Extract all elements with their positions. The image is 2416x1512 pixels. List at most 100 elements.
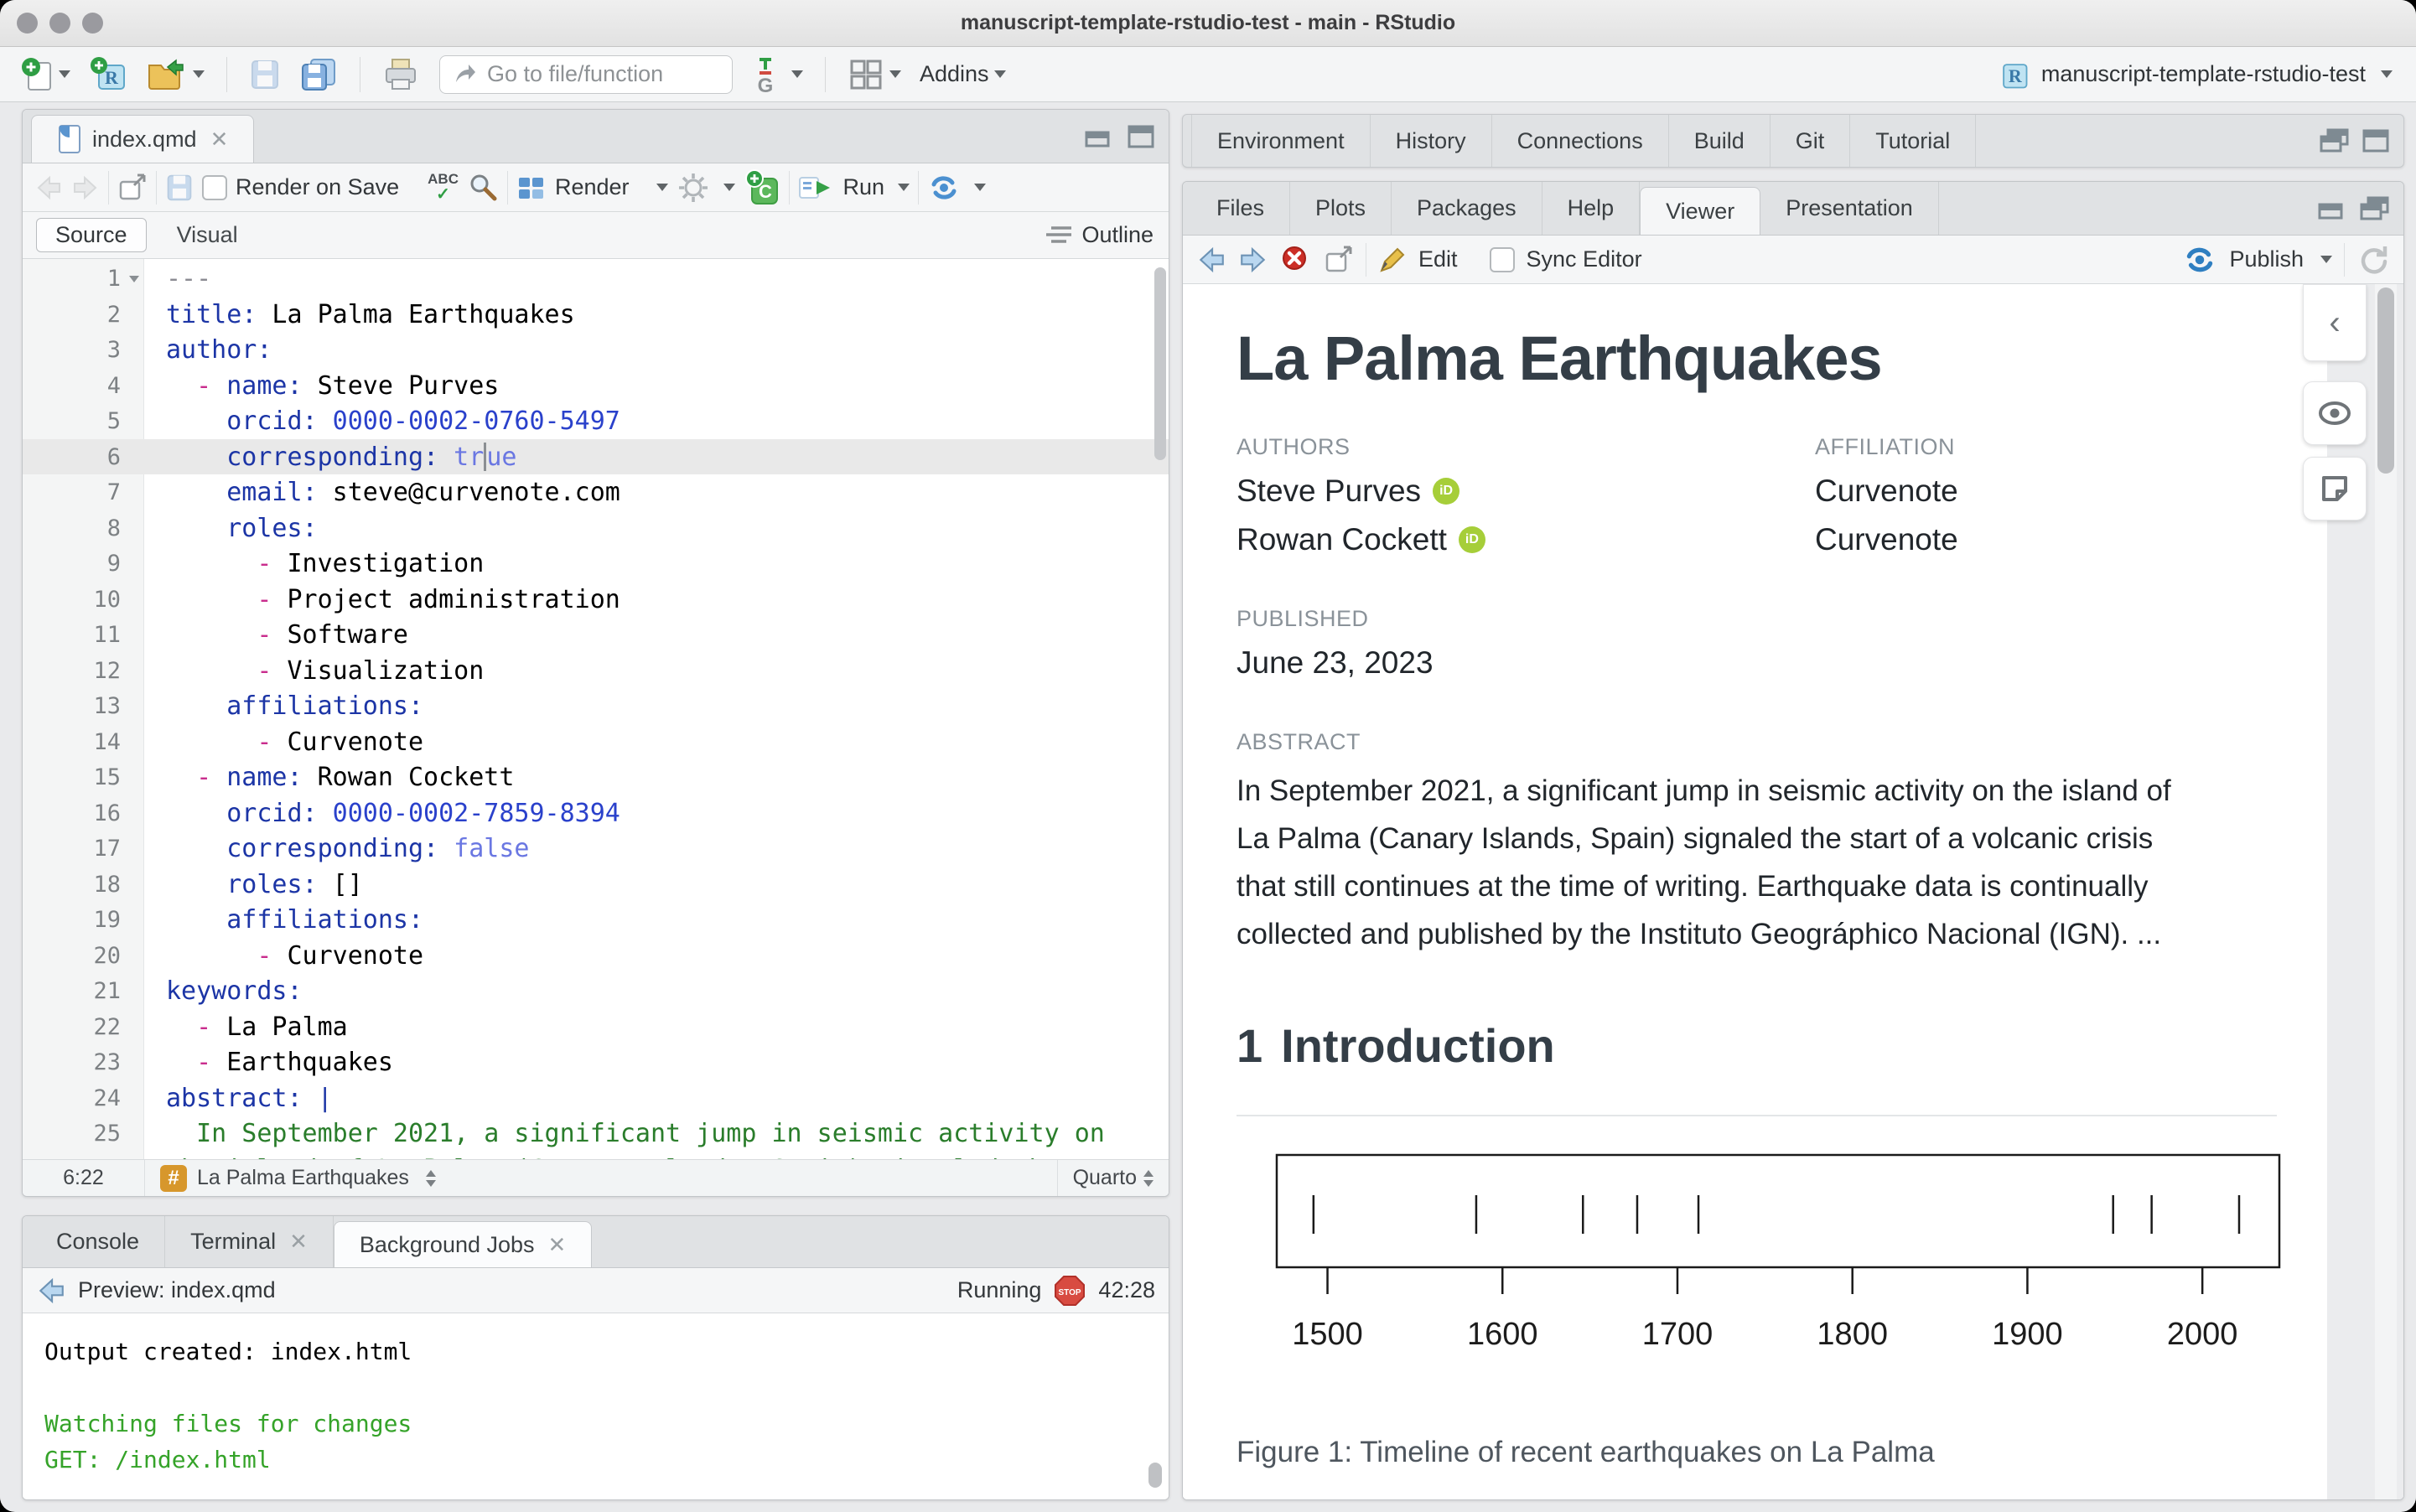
popout-icon[interactable]: [117, 173, 148, 202]
close-tab-icon[interactable]: ✕: [548, 1232, 567, 1258]
save-icon[interactable]: [165, 173, 194, 203]
publish-button[interactable]: Publish: [2229, 246, 2304, 272]
new-project-button[interactable]: R: [84, 52, 132, 97]
open-file-button[interactable]: [141, 54, 210, 96]
code-line[interactable]: 14 - Curvenote: [23, 724, 1169, 760]
code-line[interactable]: 12 - Visualization: [23, 653, 1169, 689]
top-tab-git[interactable]: Git: [1771, 115, 1851, 167]
collapse-panel-button[interactable]: ‹: [2303, 284, 2367, 361]
refresh-icon[interactable]: [2356, 243, 2390, 277]
viewer-scrollbar[interactable]: [2377, 287, 2394, 474]
gear-caret[interactable]: [723, 184, 735, 191]
console-tab-console[interactable]: Console: [31, 1216, 166, 1267]
render-button[interactable]: Render: [555, 174, 630, 200]
viewer-tab-packages[interactable]: Packages: [1392, 182, 1542, 235]
spellcheck-icon[interactable]: ABC ✓: [428, 172, 459, 203]
insert-chunk-icon[interactable]: C: [744, 168, 780, 207]
find-icon[interactable]: [467, 172, 499, 204]
code-editor[interactable]: 1 --- 2 title: La Palma Earthquakes 3 author:…: [23, 259, 1169, 1159]
console-scrollbar[interactable]: [1148, 1463, 1162, 1488]
code-line[interactable]: 8 roles:: [23, 510, 1169, 546]
code-line[interactable]: 4 - name: Steve Purves: [23, 368, 1169, 404]
publish-caret[interactable]: [2320, 256, 2332, 263]
console-output[interactable]: Output created: index.html Watching file…: [23, 1313, 1169, 1499]
print-button[interactable]: [377, 53, 424, 96]
back-icon[interactable]: [34, 174, 63, 201]
run-button[interactable]: Run: [843, 174, 885, 200]
visual-mode-button[interactable]: Visual: [158, 219, 257, 251]
top-tab-history[interactable]: History: [1371, 115, 1492, 167]
save-button[interactable]: [244, 54, 286, 95]
code-line[interactable]: 5 orcid: 0000-0002-0760-5497: [23, 403, 1169, 439]
addins-button[interactable]: Addins: [915, 58, 1011, 91]
back-icon[interactable]: [36, 1276, 66, 1305]
version-control-button[interactable]: G: [748, 51, 808, 98]
code-line[interactable]: 2 title: La Palma Earthquakes: [23, 297, 1169, 333]
edit-button[interactable]: Edit: [1418, 246, 1458, 272]
maximize-pane-icon[interactable]: [2362, 128, 2390, 153]
orcid-icon[interactable]: iD: [1433, 478, 1460, 505]
code-line[interactable]: 6 corresponding: tr ue: [23, 438, 1169, 474]
maximize-pane-icon[interactable]: [1127, 124, 1155, 149]
panes-layout-button[interactable]: [842, 54, 906, 95]
code-line[interactable]: 3 author:: [23, 332, 1169, 368]
forward-icon[interactable]: [71, 174, 100, 201]
code-line[interactable]: 20 - Curvenote: [23, 938, 1169, 974]
visibility-button[interactable]: [2303, 381, 2367, 445]
gear-icon[interactable]: [677, 171, 710, 205]
clear-viewer-icon[interactable]: [1280, 244, 1312, 276]
code-line[interactable]: 18 roles: []: [23, 867, 1169, 903]
viewer-tab-help[interactable]: Help: [1542, 182, 1641, 235]
document-preview[interactable]: La Palma Earthquakes AUTHORS AFFILIATION S…: [1183, 284, 2327, 1499]
outline-button[interactable]: Outline: [1045, 222, 1154, 248]
code-line[interactable]: 17 corresponding: false: [23, 831, 1169, 867]
restore-panes-icon[interactable]: [2360, 195, 2390, 222]
render-on-save-checkbox[interactable]: [202, 174, 227, 200]
code-line[interactable]: 9 - Investigation: [23, 546, 1169, 582]
viewer-tab-files[interactable]: Files: [1191, 182, 1291, 235]
close-tab-icon[interactable]: ✕: [210, 127, 229, 153]
save-all-button[interactable]: [294, 53, 343, 96]
code-line[interactable]: 13 affiliations:: [23, 688, 1169, 724]
code-line[interactable]: 10 - Project administration: [23, 582, 1169, 618]
console-tab-terminal[interactable]: Terminal ✕: [165, 1216, 334, 1267]
minimize-pane-icon[interactable]: [1085, 124, 1115, 149]
console-tab-background-jobs[interactable]: Background Jobs ✕: [333, 1221, 593, 1267]
orcid-icon[interactable]: iD: [1458, 526, 1485, 553]
code-line[interactable]: 19 affiliations:: [23, 902, 1169, 938]
top-tab-connections[interactable]: Connections: [1492, 115, 1669, 167]
top-tab-build[interactable]: Build: [1669, 115, 1771, 167]
render-caret[interactable]: [656, 184, 668, 191]
rerun-icon[interactable]: [927, 173, 961, 203]
project-menu-button[interactable]: R manuscript-template-rstudio-test: [1996, 56, 2393, 93]
stop-icon[interactable]: STOP: [1053, 1274, 1086, 1307]
notes-button[interactable]: [2303, 457, 2367, 520]
format-selector[interactable]: Quarto: [1058, 1166, 1169, 1190]
top-tab-environment[interactable]: Environment: [1191, 115, 1371, 167]
forward-icon[interactable]: [1238, 246, 1268, 274]
code-line[interactable]: the island of La Palma (Canary Islands, …: [23, 1152, 1169, 1160]
editor-scrollbar[interactable]: [1154, 267, 1166, 460]
code-line[interactable]: 23 - Earthquakes: [23, 1044, 1169, 1080]
code-line[interactable]: 21 keywords:: [23, 973, 1169, 1009]
code-line[interactable]: 11 - Software: [23, 617, 1169, 653]
code-line[interactable]: 25 In September 2021, a significant jump…: [23, 1116, 1169, 1152]
run-caret[interactable]: [898, 184, 910, 191]
viewer-tab-viewer[interactable]: Viewer: [1640, 187, 1761, 235]
fold-caret-icon[interactable]: [129, 276, 139, 282]
section-navigator[interactable]: # La Palma Earthquakes: [144, 1160, 1058, 1196]
sync-editor-checkbox[interactable]: [1489, 246, 1515, 272]
new-file-button[interactable]: [15, 53, 75, 96]
viewer-tab-plots[interactable]: Plots: [1290, 182, 1392, 235]
rerun-caret[interactable]: [974, 184, 987, 191]
viewer-tab-presentation[interactable]: Presentation: [1760, 182, 1939, 235]
code-line[interactable]: 7 email: steve@curvenote.com: [23, 474, 1169, 510]
code-line[interactable]: 24 abstract: |: [23, 1080, 1169, 1116]
code-line[interactable]: 1 ---: [23, 261, 1169, 297]
source-mode-button[interactable]: Source: [36, 218, 147, 252]
top-tab-tutorial[interactable]: Tutorial: [1850, 115, 1977, 167]
minimize-pane-icon[interactable]: [2318, 196, 2348, 221]
popout-icon[interactable]: [1324, 246, 1354, 274]
code-line[interactable]: 16 orcid: 0000-0002-7859-8394: [23, 795, 1169, 831]
restore-panes-icon[interactable]: [2320, 127, 2350, 154]
